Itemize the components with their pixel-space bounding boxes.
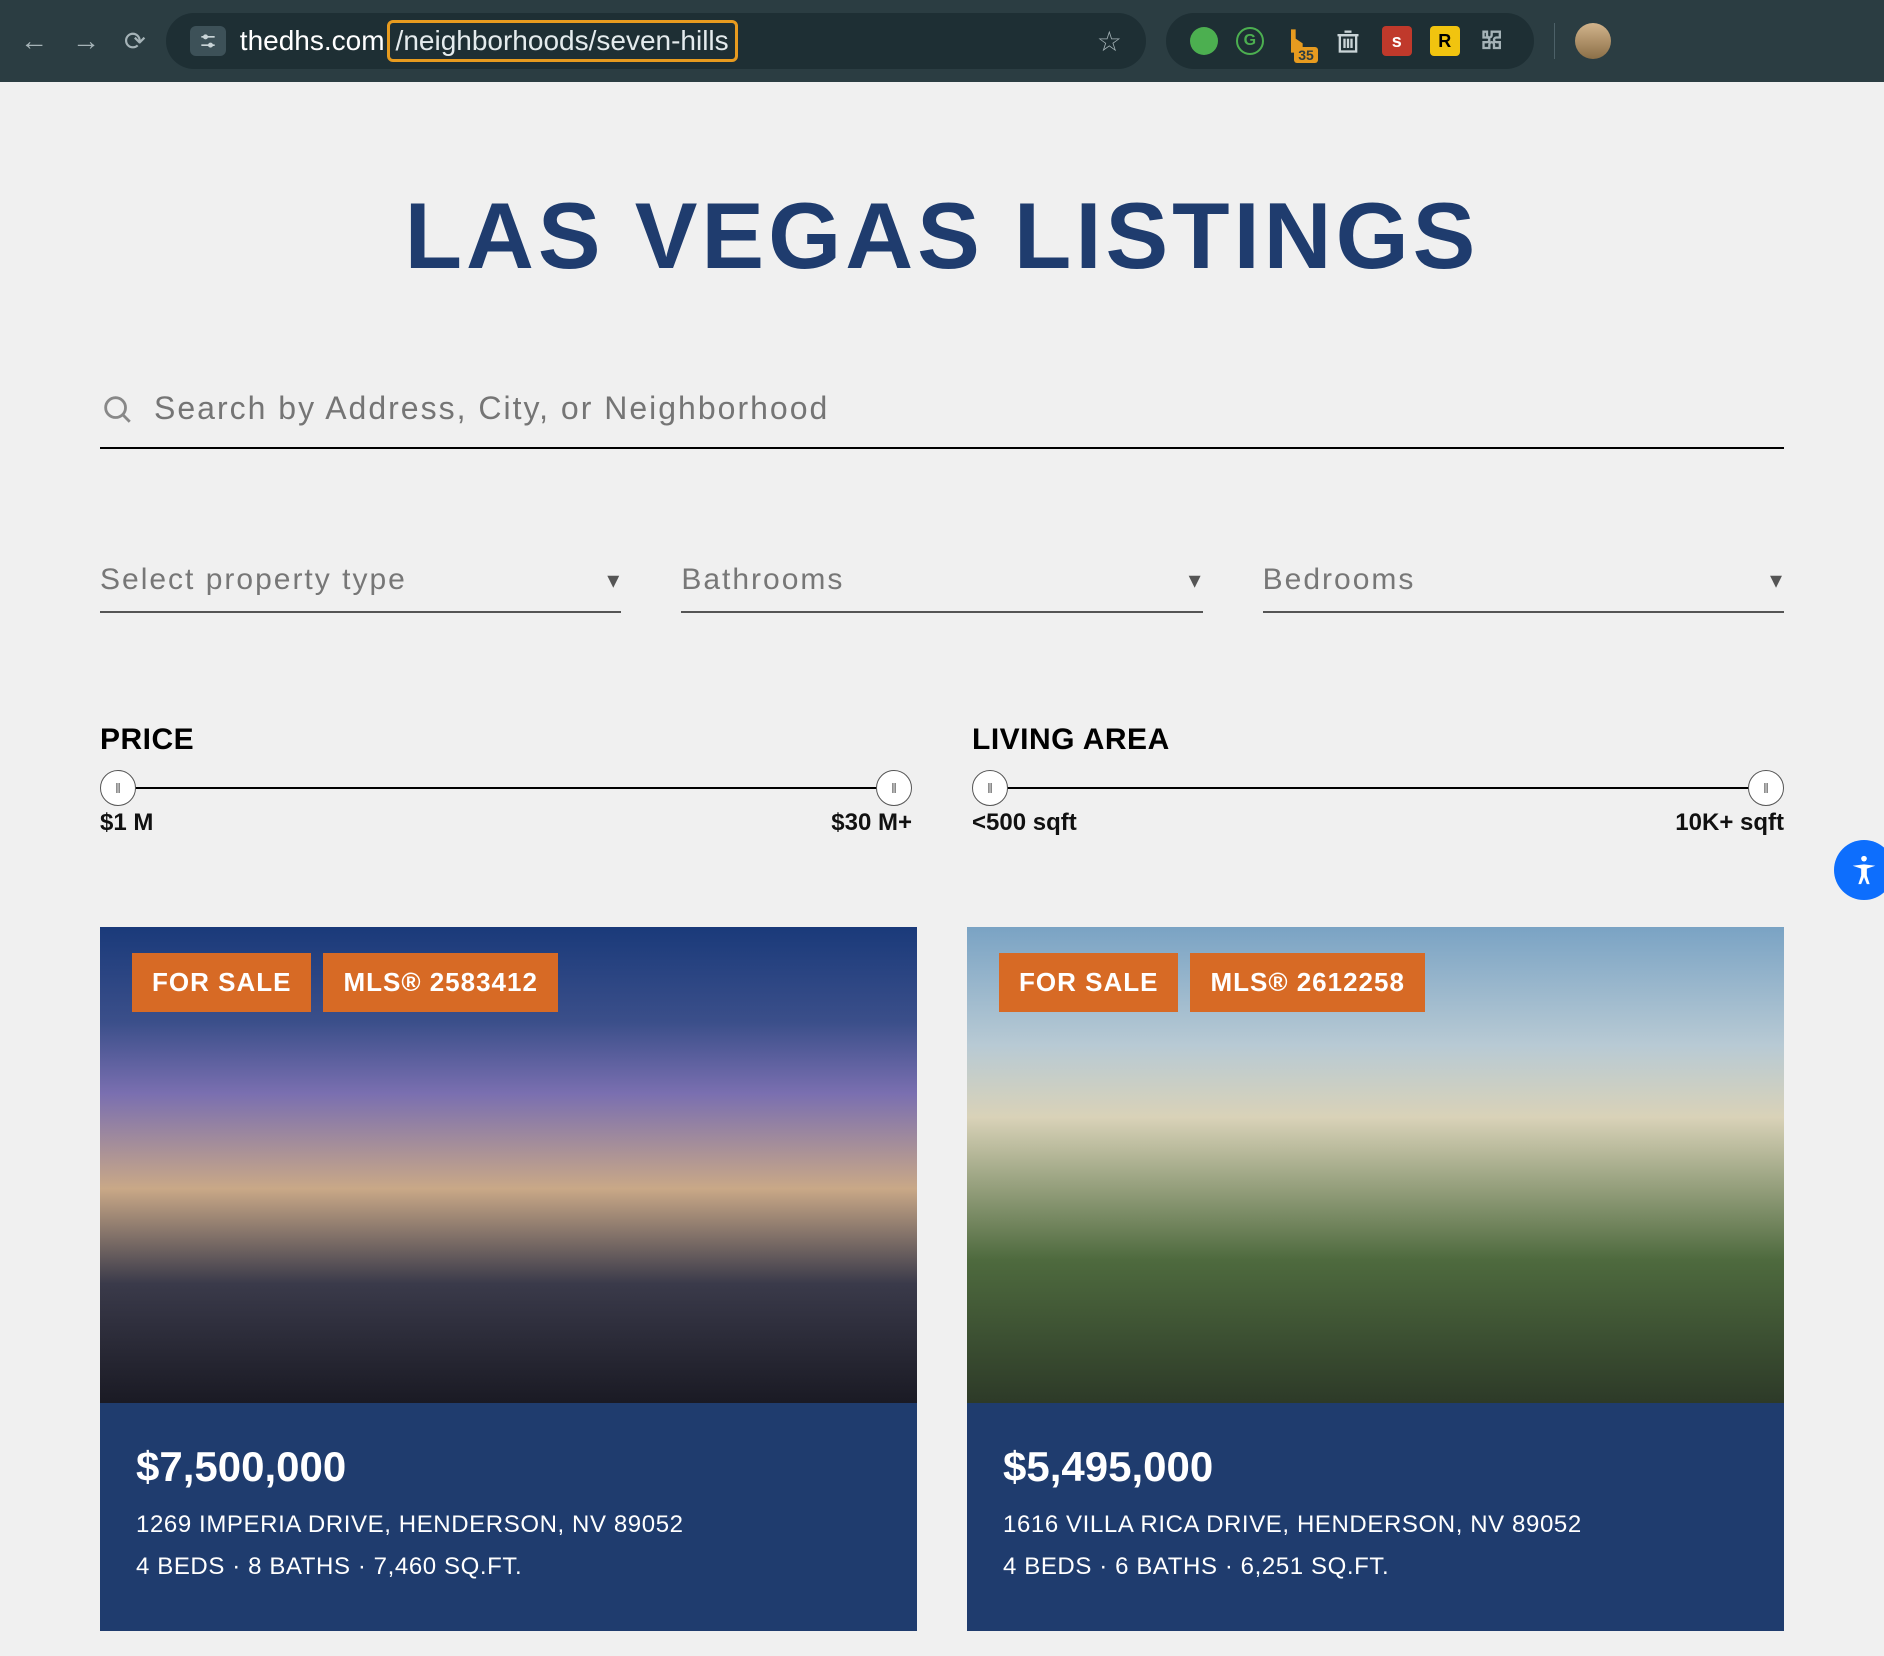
listing-body: $5,495,000 1616 VILLA RICA DRIVE, HENDER…: [967, 1403, 1784, 1631]
filter-bathrooms[interactable]: Bathrooms ▾: [681, 549, 1202, 613]
filters-row: Select property type ▾ Bathrooms ▾ Bedro…: [100, 549, 1784, 613]
chevron-down-icon: ▾: [1189, 566, 1203, 595]
extension-badge: 35: [1294, 47, 1318, 63]
url-domain: thedhs.com: [240, 25, 385, 57]
evernote-extension-icon[interactable]: [1190, 27, 1218, 55]
chevron-down-icon: ▾: [607, 566, 621, 595]
listing-tags: FOR SALE MLS® 2612258: [999, 953, 1425, 1012]
url-text: thedhs.com /neighborhoods/seven-hills: [240, 20, 738, 62]
listing-price: $5,495,000: [1003, 1443, 1748, 1491]
price-slider-max-handle[interactable]: ‖: [876, 770, 912, 806]
back-button[interactable]: ←: [20, 25, 48, 57]
trash-extension-icon[interactable]: [1332, 25, 1364, 57]
bookmark-star-icon[interactable]: ☆: [1097, 25, 1122, 58]
forward-button[interactable]: →: [72, 25, 100, 57]
slider-title: PRICE: [100, 723, 912, 757]
listing-card[interactable]: FOR SALE MLS® 2583412 $7,500,000 1269 IM…: [100, 927, 917, 1631]
site-settings-icon[interactable]: [190, 26, 226, 56]
search-row: [100, 390, 1784, 449]
area-min-label: <500 sqft: [972, 809, 1077, 837]
listing-address: 1616 VILLA RICA DRIVE, HENDERSON, NV 890…: [1003, 1511, 1748, 1539]
grammarly-extension-icon[interactable]: G: [1236, 27, 1264, 55]
extensions-area: G 35 s R: [1166, 13, 1534, 69]
listing-meta: 4 BEDS · 8 BATHS · 7,460 SQ.FT.: [136, 1553, 881, 1581]
area-slider-block: LIVING AREA ‖ ‖ <500 sqft 10K+ sqft: [972, 723, 1784, 837]
page-title: LAS VEGAS LISTINGS: [100, 182, 1784, 290]
extension-with-badge-icon[interactable]: 35: [1282, 25, 1314, 57]
browser-toolbar: ← → ⟳ thedhs.com /neighborhoods/seven-hi…: [0, 0, 1884, 82]
slider-labels: <500 sqft 10K+ sqft: [972, 809, 1784, 837]
price-slider-track[interactable]: ‖ ‖: [118, 787, 894, 789]
slider-title: LIVING AREA: [972, 723, 1784, 757]
mls-tag: MLS® 2612258: [1190, 953, 1424, 1012]
status-tag: FOR SALE: [132, 953, 311, 1012]
listing-image: FOR SALE MLS® 2612258: [967, 927, 1784, 1403]
listings-grid: FOR SALE MLS® 2583412 $7,500,000 1269 IM…: [100, 927, 1784, 1631]
area-slider-min-handle[interactable]: ‖: [972, 770, 1008, 806]
area-slider-track[interactable]: ‖ ‖: [990, 787, 1766, 789]
price-slider-min-handle[interactable]: ‖: [100, 770, 136, 806]
listing-image: FOR SALE MLS® 2583412: [100, 927, 917, 1403]
search-input[interactable]: [154, 390, 1784, 427]
sliders-row: PRICE ‖ ‖ $1 M $30 M+ LIVING AREA ‖ ‖ <5…: [100, 723, 1784, 837]
filter-bedrooms[interactable]: Bedrooms ▾: [1263, 549, 1784, 613]
url-path-highlight: /neighborhoods/seven-hills: [387, 20, 738, 62]
listing-address: 1269 IMPERIA DRIVE, HENDERSON, NV 89052: [136, 1511, 881, 1539]
search-icon: [100, 392, 134, 426]
status-tag: FOR SALE: [999, 953, 1178, 1012]
listing-meta: 4 BEDS · 6 BATHS · 6,251 SQ.FT.: [1003, 1553, 1748, 1581]
price-min-label: $1 M: [100, 809, 153, 837]
nav-arrows: ← → ⟳: [20, 25, 146, 57]
listing-card[interactable]: FOR SALE MLS® 2612258 $5,495,000 1616 VI…: [967, 927, 1784, 1631]
extensions-puzzle-icon[interactable]: [1478, 25, 1510, 57]
listing-tags: FOR SALE MLS® 2583412: [132, 953, 558, 1012]
profile-avatar[interactable]: [1575, 23, 1611, 59]
area-slider-max-handle[interactable]: ‖: [1748, 770, 1784, 806]
reload-button[interactable]: ⟳: [124, 26, 146, 57]
toolbar-divider: [1554, 23, 1555, 59]
s-extension-icon[interactable]: s: [1382, 26, 1412, 56]
address-bar[interactable]: thedhs.com /neighborhoods/seven-hills ☆: [166, 13, 1146, 69]
area-max-label: 10K+ sqft: [1675, 809, 1784, 837]
filter-property-type[interactable]: Select property type ▾: [100, 549, 621, 613]
r-extension-icon[interactable]: R: [1430, 26, 1460, 56]
listing-body: $7,500,000 1269 IMPERIA DRIVE, HENDERSON…: [100, 1403, 917, 1631]
mls-tag: MLS® 2583412: [323, 953, 557, 1012]
slider-labels: $1 M $30 M+: [100, 809, 912, 837]
filter-label: Select property type: [100, 563, 407, 597]
filter-label: Bedrooms: [1263, 563, 1416, 597]
listing-price: $7,500,000: [136, 1443, 881, 1491]
filter-label: Bathrooms: [681, 563, 844, 597]
price-max-label: $30 M+: [831, 809, 912, 837]
page-content: LAS VEGAS LISTINGS Select property type …: [0, 82, 1884, 1631]
chevron-down-icon: ▾: [1770, 566, 1784, 595]
price-slider-block: PRICE ‖ ‖ $1 M $30 M+: [100, 723, 912, 837]
